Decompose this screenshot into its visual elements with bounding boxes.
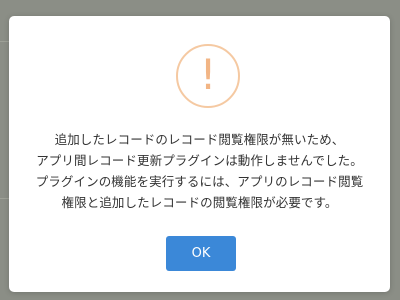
ok-button[interactable]: OK bbox=[166, 236, 236, 271]
exclamation-warning-icon: ! bbox=[176, 44, 240, 108]
message-line: 追加したレコードのレコード閲覧権限が無いため、 bbox=[54, 132, 345, 147]
alert-message: 追加したレコードのレコード閲覧権限が無いため、 アプリ間レコード更新プラグインは… bbox=[19, 129, 380, 213]
message-line: アプリ間レコード更新プラグインは動作しませんでした。 bbox=[36, 153, 363, 168]
alert-dialog: ! 追加したレコードのレコード閲覧権限が無いため、 アプリ間レコード更新プラグイ… bbox=[9, 16, 390, 292]
message-line: プラグインの機能を実行するには、アプリのレコード閲覧 bbox=[35, 174, 364, 189]
message-line: 権限と追加したレコードの閲覧権限が必要です。 bbox=[61, 195, 338, 210]
